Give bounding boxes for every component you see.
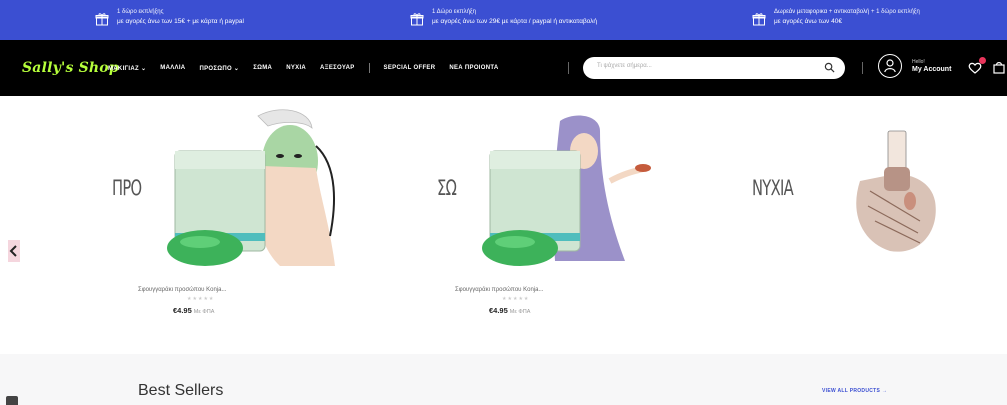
- best-sellers-section: Best Sellers VIEW ALL PRODUCTS →: [0, 354, 1007, 405]
- product-stars: ★★★★★: [187, 296, 215, 302]
- promo-line2: με αγορές άνω των 15€ + με κάρτα ή paypa…: [117, 18, 244, 25]
- nav-divider: [568, 62, 569, 74]
- cart-icon[interactable]: [993, 61, 1005, 74]
- price-vat: Με ΦΠΑ: [193, 309, 215, 315]
- menu-item-face[interactable]: ΠΡΟΣΩΠΟ ⌄: [199, 65, 239, 73]
- menu-divider: [368, 63, 370, 73]
- nav-divider: [862, 62, 863, 74]
- promo-item-2: 1 Δώρο εκπλήξη με αγορές άνω των 29€ με …: [410, 8, 597, 26]
- product-stars: ★★★★★: [502, 296, 530, 302]
- menu-item-hair[interactable]: ΜΑΛΛΙΑ: [160, 65, 185, 73]
- menu-item-new-products[interactable]: ΝΕΑ ΠΡΟΙΟΝΤΑ: [449, 65, 498, 73]
- body-illustration-image[interactable]: [460, 111, 660, 271]
- search-bar[interactable]: Τι ψάχνετε σήμερα...: [583, 57, 845, 79]
- face-illustration-image[interactable]: [140, 106, 340, 271]
- product-name[interactable]: Σφουγγαράκι προσώπου Konja...: [455, 287, 543, 293]
- price-value: €4.95: [173, 306, 192, 315]
- price-value: €4.95: [489, 306, 508, 315]
- gift-icon: [95, 13, 109, 26]
- menu: ΜΑΚΙΓΙΑΖ ⌄ ΜΑΛΛΙΑ ΠΡΟΣΩΠΟ ⌄ ΣΩΜΑ ΝΥΧΙΑ Α…: [108, 63, 499, 73]
- gift-icon: [752, 13, 766, 26]
- promo-line2: με αγορές άνω των 29€ με κάρτα / paypal …: [432, 18, 598, 25]
- category-label-face[interactable]: ΠΡΟ: [112, 176, 142, 200]
- price-vat: Με ΦΠΑ: [509, 309, 531, 315]
- product-name[interactable]: Σφουγγαράκι προσώπου Konja...: [138, 287, 226, 293]
- promo-line2: με αγορές άνω των 40€: [774, 18, 842, 25]
- view-all-products-link[interactable]: VIEW ALL PRODUCTS →: [822, 388, 887, 394]
- account-icon[interactable]: [878, 54, 902, 78]
- product-price: €4.95 Με ΦΠΑ: [173, 306, 214, 315]
- logo[interactable]: Sally's Shop: [22, 60, 119, 76]
- account-link[interactable]: Hello! My Account: [912, 59, 951, 73]
- promo-line1: 1 Δώρο εκπλήξη: [432, 9, 476, 15]
- promo-line1: Δωρεάν μεταφορικα + αντικαταβολή + 1 δώρ…: [774, 9, 920, 15]
- menu-item-makeup[interactable]: ΜΑΚΙΓΙΑΖ ⌄: [108, 65, 146, 73]
- menu-item-accessories[interactable]: ΑΞΕΣΟΥΑΡ: [320, 65, 355, 73]
- menu-item-body[interactable]: ΣΩΜΑ: [253, 65, 272, 73]
- menu-item-nails[interactable]: ΝΥΧΙΑ: [286, 65, 306, 73]
- main-nav: Sally's Shop ΜΑΚΙΓΙΑΖ ⌄ ΜΑΛΛΙΑ ΠΡΟΣΩΠΟ ⌄…: [0, 40, 1007, 96]
- category-label-body[interactable]: ΣΩ: [437, 176, 457, 200]
- wishlist-badge: [979, 57, 986, 64]
- account-hello: Hello!: [912, 59, 925, 65]
- heart-icon[interactable]: [968, 62, 982, 74]
- promo-item-3: Δωρεάν μεταφορικα + αντικαταβολή + 1 δώρ…: [752, 8, 920, 26]
- promo-line1: 1 δώρο εκπλήξης: [117, 9, 164, 15]
- category-carousel: ΠΡΟ ΣΩ ΝΥΧΙΑ Σφουγγαράκι προσώπου Konja.…: [0, 96, 1007, 354]
- user-icon: [884, 59, 896, 73]
- account-label: My Account: [912, 66, 952, 73]
- promo-item-1: 1 δώρο εκπλήξης με αγορές άνω των 15€ + …: [95, 8, 244, 26]
- chat-widget-button[interactable]: [6, 396, 18, 405]
- section-title: Best Sellers: [138, 382, 224, 399]
- menu-item-special-offer[interactable]: SEPCIAL OFFER: [384, 65, 436, 73]
- category-label-nails[interactable]: ΝΥΧΙΑ: [752, 176, 794, 200]
- chevron-left-icon: [9, 245, 17, 257]
- promo-bar: 1 δώρο εκπλήξης με αγορές άνω των 15€ + …: [0, 0, 1007, 40]
- carousel-prev-button[interactable]: [8, 240, 20, 262]
- search-input[interactable]: Τι ψάχνετε σήμερα...: [597, 63, 652, 69]
- gift-icon: [410, 13, 424, 26]
- nails-illustration-image[interactable]: [840, 121, 960, 261]
- search-icon[interactable]: [824, 62, 835, 73]
- product-price: €4.95 Με ΦΠΑ: [489, 306, 530, 315]
